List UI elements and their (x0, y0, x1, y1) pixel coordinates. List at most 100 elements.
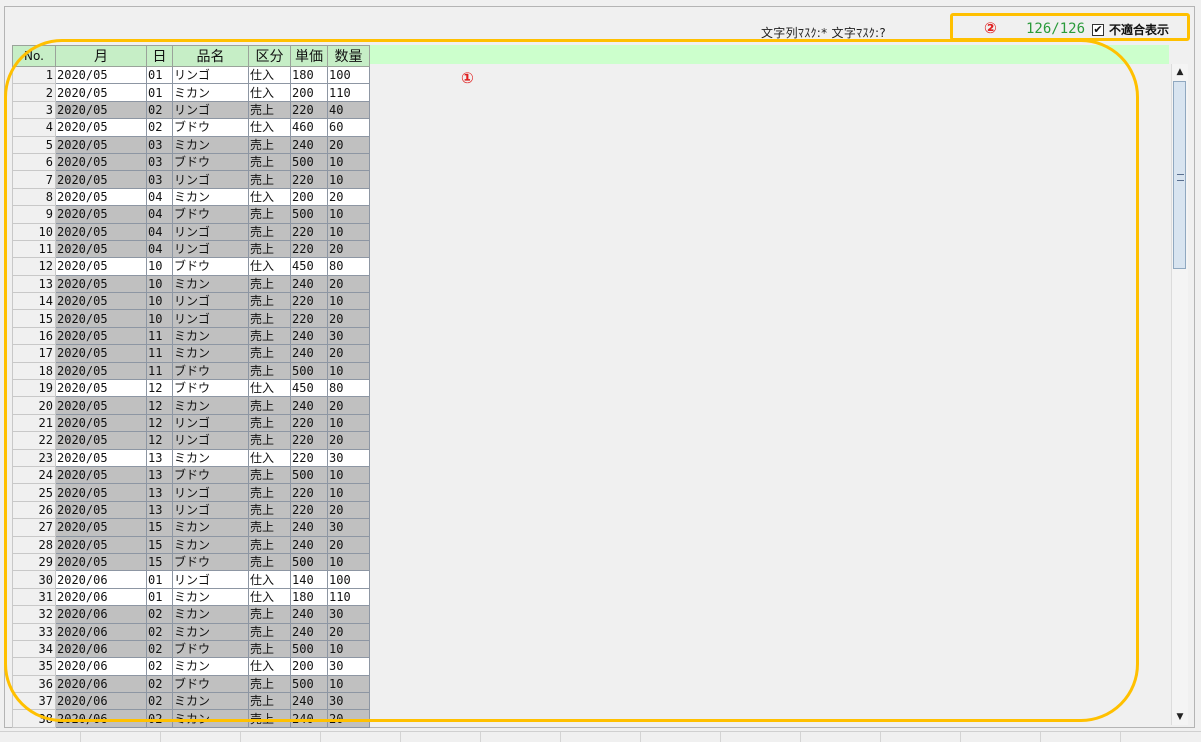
cell-month[interactable]: 2020/06 (55, 605, 147, 624)
cell-month[interactable]: 2020/05 (55, 170, 147, 189)
cell-day[interactable]: 04 (146, 239, 173, 259)
cell-no[interactable]: 31 (12, 587, 56, 607)
cell-type[interactable]: 売上 (248, 274, 291, 294)
cell-price[interactable]: 220 (290, 483, 328, 502)
cell-day[interactable]: 12 (146, 396, 173, 415)
cell-qty[interactable]: 10 (327, 674, 370, 694)
cell-item[interactable]: ブドウ (172, 152, 249, 172)
cell-qty[interactable]: 100 (327, 570, 370, 589)
cell-price[interactable]: 220 (290, 170, 328, 189)
cell-qty[interactable]: 30 (327, 448, 370, 467)
cell-qty[interactable]: 20 (327, 500, 370, 520)
cell-month[interactable]: 2020/05 (55, 65, 147, 85)
cell-price[interactable]: 220 (290, 413, 328, 433)
cell-item[interactable]: リンゴ (172, 500, 249, 520)
cell-month[interactable]: 2020/05 (55, 326, 147, 346)
cell-price[interactable]: 500 (290, 552, 328, 572)
cell-day[interactable]: 02 (146, 657, 173, 676)
cell-day[interactable]: 10 (146, 257, 173, 276)
cell-type[interactable]: 仕入 (248, 65, 291, 85)
cell-price[interactable]: 200 (290, 657, 328, 676)
table-row[interactable]: 17 2020/05 11 ミカン 売上 240 20 (12, 344, 370, 363)
cell-price[interactable]: 240 (290, 326, 328, 346)
cell-type[interactable]: 売上 (248, 292, 291, 311)
cell-type[interactable]: 売上 (248, 100, 291, 120)
cell-price[interactable]: 220 (290, 448, 328, 467)
cell-day[interactable]: 15 (146, 535, 173, 554)
cell-month[interactable]: 2020/06 (55, 622, 147, 641)
cell-price[interactable]: 240 (290, 274, 328, 294)
cell-day[interactable]: 01 (146, 83, 173, 102)
cell-item[interactable]: ブドウ (172, 118, 249, 137)
cell-item[interactable]: ブドウ (172, 674, 249, 694)
arrow-down-icon[interactable]: ▼ (1172, 709, 1188, 725)
table-row[interactable]: 8 2020/05 04 ミカン 仕入 200 20 (12, 187, 370, 207)
cell-month[interactable]: 2020/05 (55, 205, 147, 224)
cell-qty[interactable]: 10 (327, 483, 370, 502)
cell-price[interactable]: 240 (290, 535, 328, 554)
col-header-month[interactable]: 月 (55, 45, 147, 67)
cell-month[interactable]: 2020/05 (55, 152, 147, 172)
cell-qty[interactable]: 30 (327, 605, 370, 624)
cell-month[interactable]: 2020/05 (55, 118, 147, 137)
cell-qty[interactable]: 20 (327, 535, 370, 554)
cell-no[interactable]: 19 (12, 379, 56, 398)
cell-price[interactable]: 200 (290, 83, 328, 102)
col-header-type[interactable]: 区分 (248, 45, 291, 67)
col-header-price[interactable]: 単価 (290, 45, 328, 67)
cell-item[interactable]: ミカン (172, 587, 249, 607)
table-row[interactable]: 1 2020/05 01 リンゴ 仕入 180 100 (12, 65, 370, 85)
cell-type[interactable]: 売上 (248, 239, 291, 259)
cell-type[interactable]: 仕入 (248, 118, 291, 137)
cell-no[interactable]: 35 (12, 657, 56, 676)
cell-day[interactable]: 12 (146, 379, 173, 398)
cell-type[interactable]: 売上 (248, 483, 291, 502)
cell-type[interactable]: 売上 (248, 622, 291, 641)
cell-item[interactable]: リンゴ (172, 413, 249, 433)
cell-month[interactable]: 2020/05 (55, 83, 147, 102)
table-row[interactable]: 11 2020/05 04 リンゴ 売上 220 20 (12, 239, 370, 259)
cell-qty[interactable]: 10 (327, 413, 370, 433)
cell-month[interactable]: 2020/05 (55, 239, 147, 259)
cell-month[interactable]: 2020/05 (55, 500, 147, 520)
table-row[interactable]: 20 2020/05 12 ミカン 売上 240 20 (12, 396, 370, 415)
cell-item[interactable]: リンゴ (172, 292, 249, 311)
cell-item[interactable]: ミカン (172, 326, 249, 346)
cell-item[interactable]: ブドウ (172, 552, 249, 572)
table-row[interactable]: 15 2020/05 10 リンゴ 売上 220 20 (12, 309, 370, 328)
cell-type[interactable]: 売上 (248, 222, 291, 241)
cell-month[interactable]: 2020/05 (55, 396, 147, 415)
cell-price[interactable]: 450 (290, 257, 328, 276)
cell-price[interactable]: 500 (290, 361, 328, 381)
cell-qty[interactable]: 20 (327, 274, 370, 294)
table-row[interactable]: 38 2020/06 02 ミカン 売上 240 20 (12, 709, 370, 728)
cell-type[interactable]: 売上 (248, 152, 291, 172)
table-row[interactable]: 10 2020/05 04 リンゴ 売上 220 10 (12, 222, 370, 241)
cell-day[interactable]: 03 (146, 152, 173, 172)
cell-type[interactable]: 仕入 (248, 448, 291, 467)
cell-month[interactable]: 2020/06 (55, 587, 147, 607)
cell-price[interactable]: 140 (290, 570, 328, 589)
cell-qty[interactable]: 10 (327, 639, 370, 659)
cell-no[interactable]: 36 (12, 674, 56, 694)
cell-price[interactable]: 180 (290, 65, 328, 85)
cell-day[interactable]: 12 (146, 413, 173, 433)
cell-month[interactable]: 2020/05 (55, 379, 147, 398)
cell-day[interactable]: 02 (146, 622, 173, 641)
cell-item[interactable]: リンゴ (172, 309, 249, 328)
table-row[interactable]: 34 2020/06 02 ブドウ 売上 500 10 (12, 639, 370, 659)
cell-day[interactable]: 03 (146, 170, 173, 189)
cell-qty[interactable]: 20 (327, 396, 370, 415)
cell-qty[interactable]: 80 (327, 379, 370, 398)
cell-type[interactable]: 売上 (248, 552, 291, 572)
cell-price[interactable]: 240 (290, 605, 328, 624)
cell-item[interactable]: ミカン (172, 344, 249, 363)
cell-qty[interactable]: 110 (327, 83, 370, 102)
cell-qty[interactable]: 10 (327, 361, 370, 381)
cell-item[interactable]: リンゴ (172, 431, 249, 450)
cell-price[interactable]: 220 (290, 222, 328, 241)
table-row[interactable]: 24 2020/05 13 ブドウ 売上 500 10 (12, 465, 370, 485)
col-header-no[interactable]: No. (12, 45, 56, 67)
cell-price[interactable]: 240 (290, 622, 328, 641)
cell-no[interactable]: 30 (12, 570, 56, 589)
